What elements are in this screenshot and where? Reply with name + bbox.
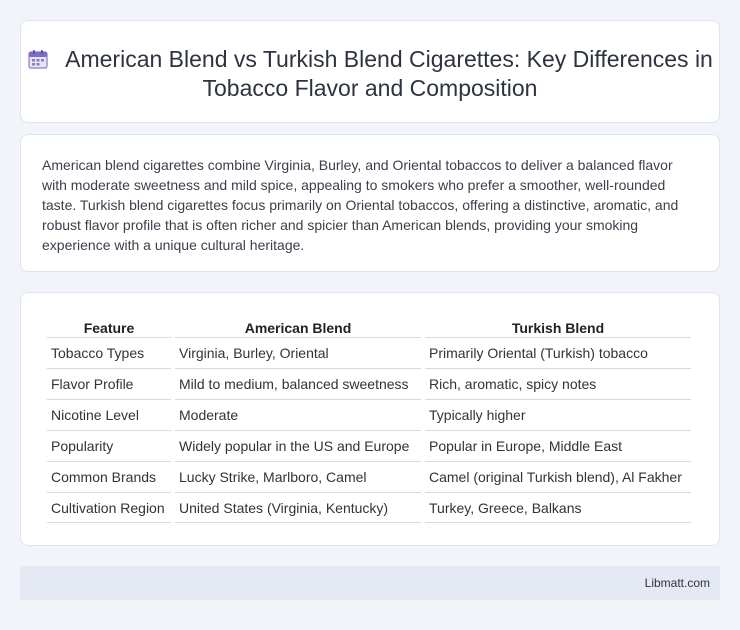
header-american-blend: American Blend xyxy=(244,319,352,336)
page-title-text: American Blend vs Turkish Blend Cigarett… xyxy=(65,46,713,101)
feature-cell: Tobacco Types xyxy=(47,337,171,368)
table-row: Nicotine Level Moderate Typically higher xyxy=(47,399,691,430)
page-title: American Blend vs Turkish Blend Cigarett… xyxy=(21,45,719,103)
turkish-cell: Popular in Europe, Middle East xyxy=(425,430,691,461)
calendar-icon xyxy=(28,50,48,69)
footer: Libmatt.com xyxy=(20,566,720,600)
table-header-row: Feature American Blend Turkish Blend xyxy=(47,315,691,337)
title-card: American Blend vs Turkish Blend Cigarett… xyxy=(20,20,720,123)
feature-cell: Common Brands xyxy=(47,461,171,492)
feature-cell: Flavor Profile xyxy=(47,368,171,399)
table-row: Common Brands Lucky Strike, Marlboro, Ca… xyxy=(47,461,691,492)
feature-cell: Nicotine Level xyxy=(47,399,171,430)
turkish-cell: Rich, aromatic, spicy notes xyxy=(425,368,691,399)
american-cell: Lucky Strike, Marlboro, Camel xyxy=(175,461,421,492)
american-cell: Widely popular in the US and Europe xyxy=(175,430,421,461)
american-cell: Mild to medium, balanced sweetness xyxy=(175,368,421,399)
american-cell: Moderate xyxy=(175,399,421,430)
header-turkish-blend: Turkish Blend xyxy=(511,319,605,336)
table-row: Popularity Widely popular in the US and … xyxy=(47,430,691,461)
turkish-cell: Camel (original Turkish blend), Al Fakhe… xyxy=(425,461,691,492)
comparison-card: Feature American Blend Turkish Blend Tob… xyxy=(20,292,720,546)
intro-card: American blend cigarettes combine Virgin… xyxy=(20,134,720,272)
feature-cell: Popularity xyxy=(47,430,171,461)
turkish-cell: Typically higher xyxy=(425,399,691,430)
comparison-table: Feature American Blend Turkish Blend Tob… xyxy=(43,315,695,523)
table-row: Flavor Profile Mild to medium, balanced … xyxy=(47,368,691,399)
american-cell: Virginia, Burley, Oriental xyxy=(175,337,421,368)
turkish-cell: Primarily Oriental (Turkish) tobacco xyxy=(425,337,691,368)
feature-cell: Cultivation Region xyxy=(47,492,171,523)
header-feature: Feature xyxy=(83,319,135,336)
american-cell: United States (Virginia, Kentucky) xyxy=(175,492,421,523)
table-row: Cultivation Region United States (Virgin… xyxy=(47,492,691,523)
intro-paragraph: American blend cigarettes combine Virgin… xyxy=(42,157,679,253)
turkish-cell: Turkey, Greece, Balkans xyxy=(425,492,691,523)
table-row: Tobacco Types Virginia, Burley, Oriental… xyxy=(47,337,691,368)
footer-brand-link[interactable]: Libmatt.com xyxy=(645,576,710,590)
